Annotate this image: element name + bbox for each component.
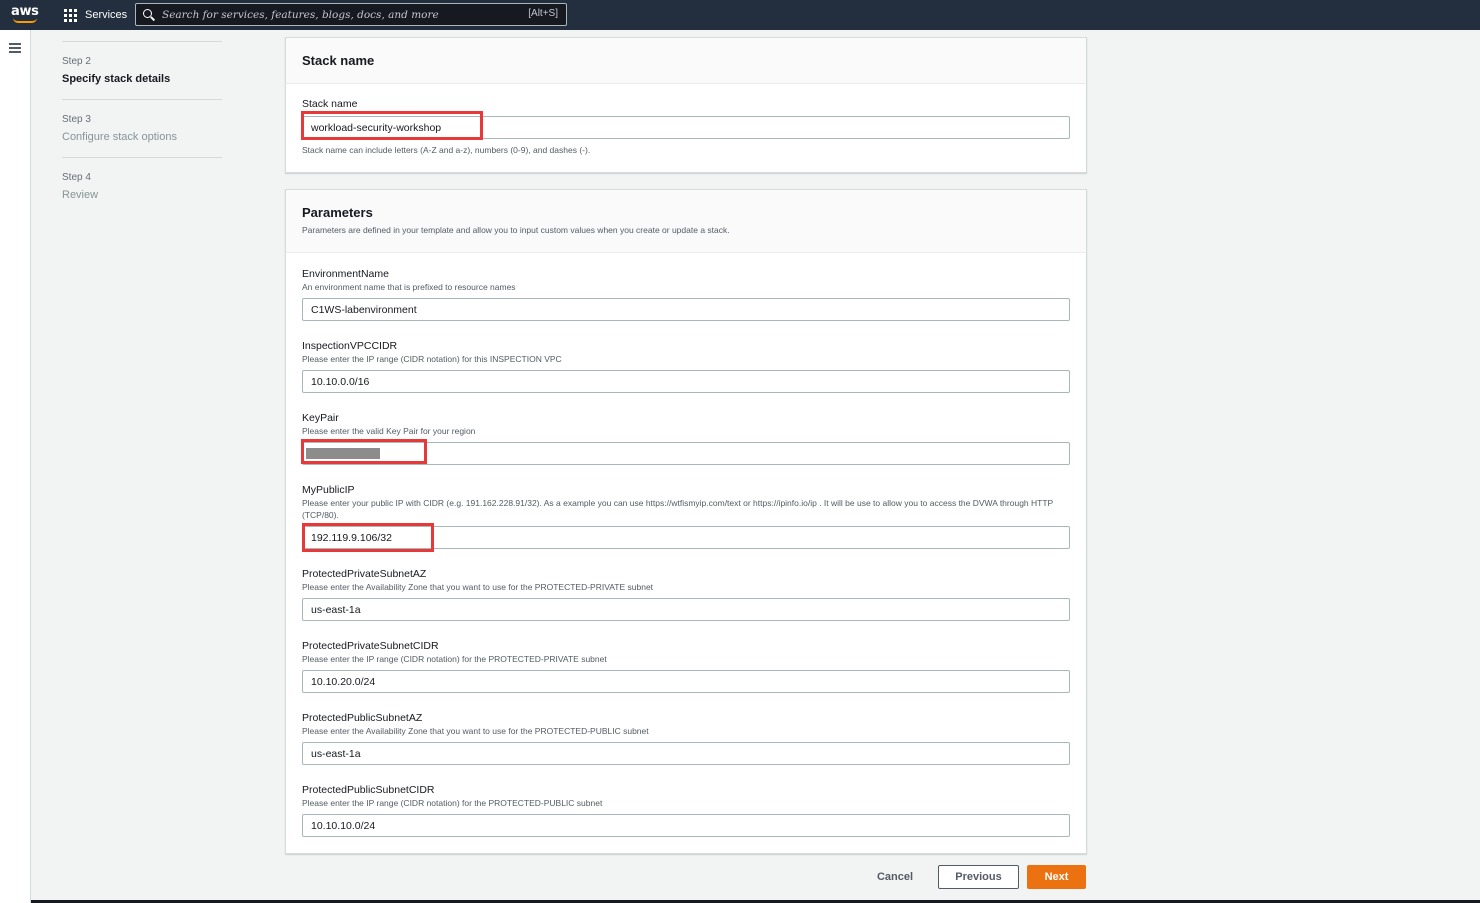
stack-name-field: Stack name Stack name can include letter… [302, 98, 1070, 158]
param-my-public-ip: MyPublicIP Please enter your public IP w… [302, 484, 1070, 551]
environment-name-input[interactable] [302, 298, 1070, 321]
stack-name-input[interactable] [302, 116, 1070, 139]
aws-logo[interactable]: aws [11, 4, 41, 26]
search-shortcut-hint: [Alt+S] [528, 8, 558, 19]
field-description: Please enter the IP range (CIDR notation… [302, 354, 562, 364]
grid-icon [64, 8, 77, 22]
param-protected-public-subnet-az: ProtectedPublicSubnetAZ Please enter the… [302, 712, 1070, 767]
key-pair-input[interactable] [302, 442, 1070, 465]
step-title: Configure stack options [62, 131, 177, 143]
protected-public-subnet-az-input[interactable] [302, 742, 1070, 765]
panel-header: Stack name [286, 38, 1086, 84]
field-description: An environment name that is prefixed to … [302, 282, 516, 292]
protected-private-subnet-az-input[interactable] [302, 598, 1070, 621]
param-key-pair: KeyPair Please enter the valid Key Pair … [302, 412, 1070, 467]
param-environment-name: EnvironmentName An environment name that… [302, 268, 1070, 323]
field-label: MyPublicIP [302, 484, 355, 496]
aws-logo-text: aws [11, 4, 39, 19]
step-title: Specify stack details [62, 73, 171, 85]
stack-name-panel: Stack name Stack name Stack name can inc… [285, 37, 1087, 173]
step-divider [62, 157, 222, 158]
inspection-vpc-cidr-input[interactable] [302, 370, 1070, 393]
step-divider [62, 99, 222, 100]
redacted-value [306, 448, 380, 459]
step-divider [62, 41, 222, 42]
my-public-ip-input[interactable] [302, 526, 1070, 549]
services-menu-button[interactable]: Services [64, 7, 127, 23]
param-inspection-vpc-cidr: InspectionVPCCIDR Please enter the IP ra… [302, 340, 1070, 395]
field-description: Please enter the Availability Zone that … [302, 726, 649, 736]
search-box[interactable]: [Alt+S] [135, 3, 567, 26]
previous-button[interactable]: Previous [938, 865, 1019, 889]
field-label: EnvironmentName [302, 268, 389, 280]
parameters-panel: Parameters Parameters are defined in you… [285, 189, 1087, 854]
step-3[interactable]: Step 3 Configure stack options [62, 114, 222, 143]
step-2[interactable]: Step 2 Specify stack details [62, 56, 222, 85]
field-label: ProtectedPublicSubnetAZ [302, 712, 423, 724]
panel-header: Parameters Parameters are defined in you… [286, 190, 1086, 253]
panel-title: Parameters [302, 205, 373, 220]
param-protected-private-subnet-az: ProtectedPrivateSubnetAZ Please enter th… [302, 568, 1070, 623]
field-description: Please enter the IP range (CIDR notation… [302, 654, 607, 664]
search-input[interactable] [162, 7, 502, 22]
next-button[interactable]: Next [1027, 865, 1086, 889]
field-label: ProtectedPrivateSubnetCIDR [302, 640, 439, 652]
param-protected-private-subnet-cidr: ProtectedPrivateSubnetCIDR Please enter … [302, 640, 1070, 695]
panel-description: Parameters are defined in your template … [302, 225, 730, 235]
step-number: Step 2 [62, 56, 91, 67]
cancel-button[interactable]: Cancel [866, 865, 924, 889]
field-label: KeyPair [302, 412, 339, 424]
field-label: InspectionVPCCIDR [302, 340, 398, 352]
aws-smile-icon [13, 18, 37, 23]
param-protected-public-subnet-cidr: ProtectedPublicSubnetCIDR Please enter t… [302, 784, 1070, 839]
field-description: Please enter your public IP with CIDR (e… [302, 498, 1054, 520]
protected-public-subnet-cidr-input[interactable] [302, 814, 1070, 837]
search-icon [143, 9, 156, 21]
top-navigation-bar: aws Services [Alt+S] [0, 0, 1480, 30]
hamburger-menu-icon[interactable] [9, 43, 21, 53]
field-label: ProtectedPrivateSubnetAZ [302, 568, 427, 580]
panel-title: Stack name [302, 53, 375, 68]
step-title: Review [62, 189, 99, 201]
field-hint: Stack name can include letters (A-Z and … [302, 145, 591, 155]
field-description: Please enter the Availability Zone that … [302, 582, 654, 592]
field-label: Stack name [302, 98, 358, 110]
field-description: Please enter the IP range (CIDR notation… [302, 798, 603, 808]
step-4[interactable]: Step 4 Review [62, 172, 222, 201]
side-navigation-strip [0, 30, 31, 903]
step-number: Step 3 [62, 114, 91, 125]
field-description: Please enter the valid Key Pair for your… [302, 426, 476, 436]
services-label: Services [85, 9, 128, 21]
step-number: Step 4 [62, 172, 91, 183]
field-label: ProtectedPublicSubnetCIDR [302, 784, 435, 796]
protected-private-subnet-cidr-input[interactable] [302, 670, 1070, 693]
